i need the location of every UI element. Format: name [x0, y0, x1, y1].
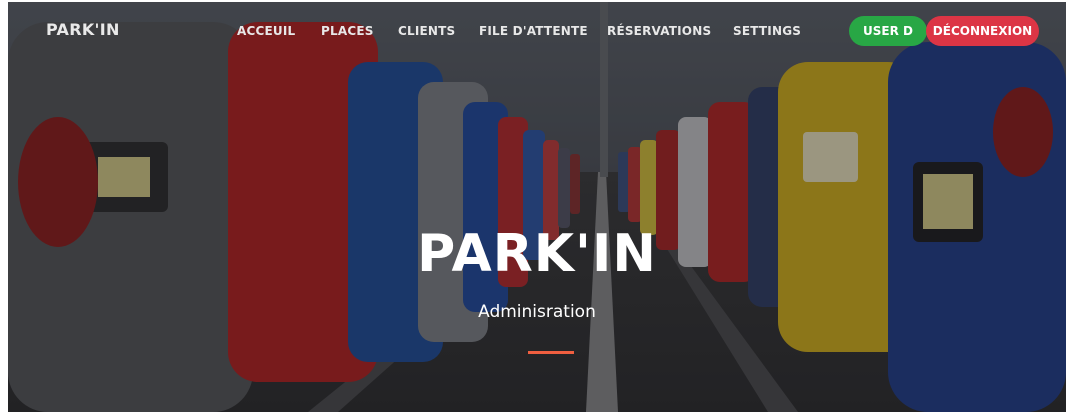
nav-item-file-d-attente[interactable]: FILE D'ATTENTE	[479, 24, 588, 38]
nav-item-settings[interactable]: SETTINGS	[733, 24, 801, 38]
nav-item-clients[interactable]: CLIENTS	[398, 24, 455, 38]
hero-title: PARK'IN	[417, 224, 657, 284]
user-button[interactable]: USER D	[849, 16, 927, 46]
brand-logo[interactable]: PARK'IN	[46, 20, 120, 39]
hero-section: PARK'IN ACCEUIL PLACES CLIENTS FILE D'AT…	[8, 2, 1066, 412]
nav-item-reservations[interactable]: RÉSERVATIONS	[607, 24, 711, 38]
hero-divider	[528, 351, 574, 354]
nav-item-places[interactable]: PLACES	[321, 24, 374, 38]
nav-item-acceuil[interactable]: ACCEUIL	[237, 24, 295, 38]
logout-button[interactable]: DÉCONNEXION	[926, 16, 1039, 46]
hero-subtitle: Adminisration	[478, 302, 596, 322]
